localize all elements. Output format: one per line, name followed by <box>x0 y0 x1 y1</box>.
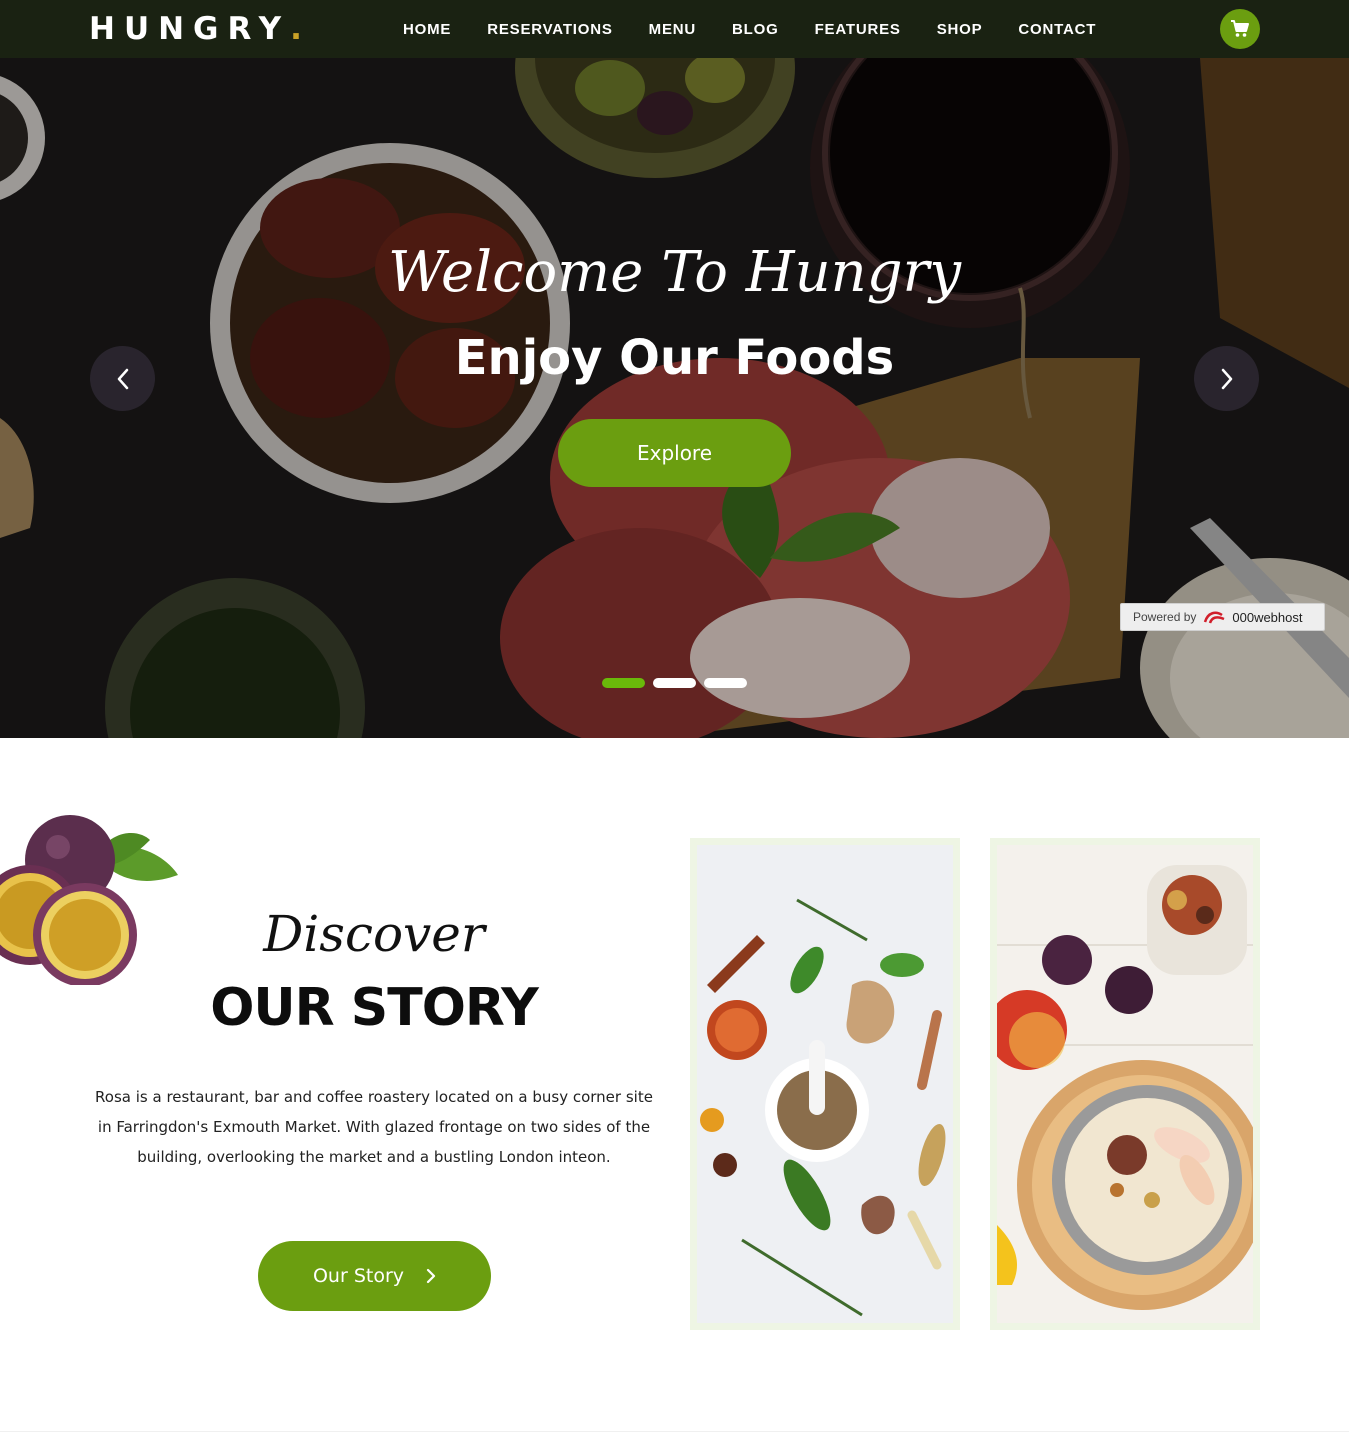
shopping-cart-icon <box>1231 20 1249 37</box>
webhost-logo-icon <box>1204 611 1225 624</box>
main-menu: HOME RESERVATIONS MENU BLOG FEATURES SHO… <box>385 0 1114 58</box>
nav-contact[interactable]: CONTACT <box>1018 21 1096 38</box>
nav-blog[interactable]: BLOG <box>732 21 779 38</box>
chevron-right-icon <box>1221 368 1232 389</box>
slider-next-button[interactable] <box>1194 346 1259 411</box>
chevron-right-icon <box>426 1268 436 1284</box>
brand-dot: . <box>290 11 302 47</box>
powered-by-label: Powered by <box>1133 610 1197 624</box>
nav-menu[interactable]: MENU <box>649 21 696 38</box>
slide-dot-2[interactable] <box>653 678 696 688</box>
brand-logo[interactable]: HUNGRY. <box>89 11 302 47</box>
slide-dot-3[interactable] <box>704 678 747 688</box>
explore-button[interactable]: Explore <box>558 419 791 487</box>
oatmeal-photo <box>997 845 1253 1323</box>
hero-script-heading: Welcome To Hungry <box>388 240 961 305</box>
nav-shop[interactable]: SHOP <box>937 21 983 38</box>
nav-reservations[interactable]: RESERVATIONS <box>487 21 612 38</box>
slider-prev-button[interactable] <box>90 346 155 411</box>
cart-button[interactable] <box>1220 9 1260 49</box>
story-title: OUR STORY <box>210 978 539 1038</box>
story-description: Rosa is a restaurant, bar and coffee roa… <box>95 1088 653 1166</box>
brand-name: HUNGRY <box>89 11 291 47</box>
nav-features[interactable]: FEATURES <box>815 21 901 38</box>
nav-home[interactable]: HOME <box>403 21 451 38</box>
story-script-heading: Discover <box>263 905 485 963</box>
powered-by-badge[interactable]: Powered by 000webhost <box>1120 603 1325 631</box>
hero-title: Enjoy Our Foods <box>454 330 895 386</box>
slider-pagination <box>602 678 755 688</box>
section-divider <box>0 1431 1349 1432</box>
powered-by-brand: 000webhost <box>1232 609 1303 625</box>
slide-dot-1[interactable] <box>602 678 645 688</box>
oatmeal-photo-card <box>990 838 1260 1330</box>
hero-overlay <box>0 58 1349 738</box>
spices-photo <box>697 845 953 1323</box>
our-story-button-label: Our Story <box>312 1265 405 1287</box>
hero-slider: Welcome To Hungry Enjoy Our Foods Explor… <box>0 58 1349 738</box>
chevron-left-icon <box>117 368 128 389</box>
top-navbar: HUNGRY. HOME RESERVATIONS MENU BLOG FEAT… <box>0 0 1349 58</box>
spices-photo-card <box>690 838 960 1330</box>
our-story-button[interactable]: Our Story <box>258 1241 491 1311</box>
